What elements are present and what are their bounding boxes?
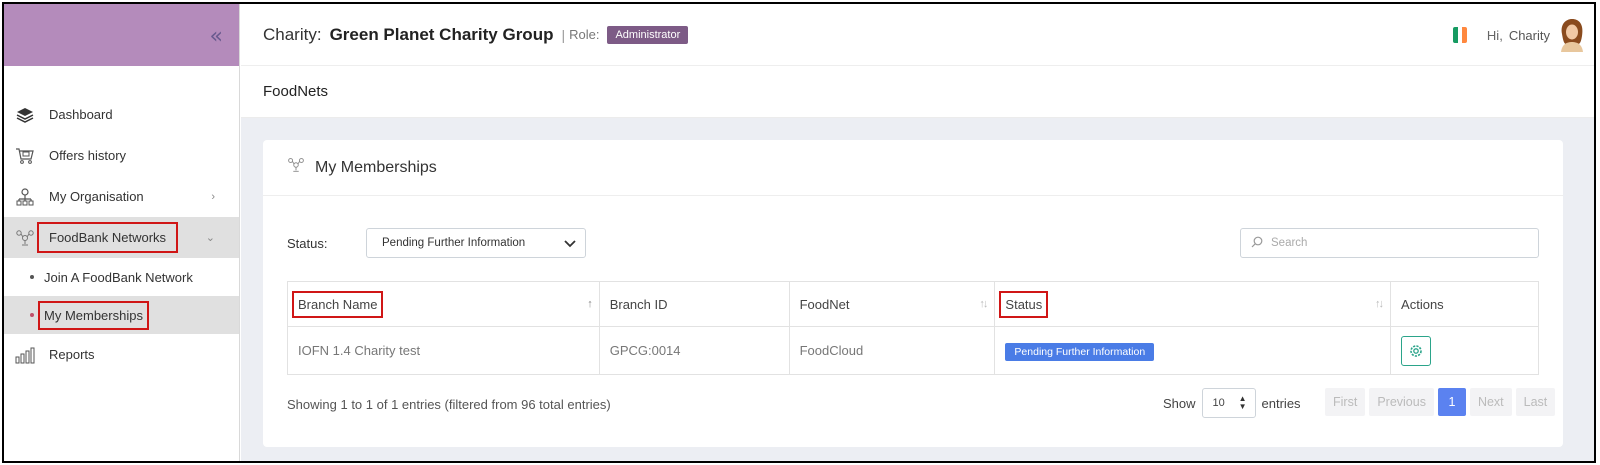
bullet-icon bbox=[30, 275, 34, 279]
pager-next[interactable]: Next bbox=[1469, 388, 1512, 416]
sidebar-item-label: My Memberships bbox=[38, 300, 149, 330]
column-header-label: Status bbox=[999, 290, 1049, 318]
entries-label: entries bbox=[1261, 395, 1301, 411]
pagination: First Previous 1 Next Last bbox=[1321, 388, 1556, 416]
app-window: « Dashboard Offers history My Organisati… bbox=[2, 2, 1596, 463]
column-header-label: Branch ID bbox=[609, 296, 668, 312]
status-filter-select[interactable]: Pending Further Information bbox=[366, 228, 586, 258]
page-length-value: 10 bbox=[1212, 397, 1225, 409]
greeting-text: Hi, bbox=[1486, 27, 1503, 43]
charity-name: Green Planet Charity Group bbox=[329, 24, 554, 44]
column-header-branch-id[interactable]: Branch ID bbox=[598, 281, 790, 327]
cell-actions bbox=[1390, 326, 1539, 375]
cell-foodnet: FoodCloud bbox=[788, 326, 996, 375]
cell-status: Pending Further Information bbox=[994, 326, 1392, 375]
card-title: My Memberships bbox=[315, 158, 437, 176]
sort-icon: ↑↓ bbox=[979, 298, 988, 310]
status-filter-value: Pending Further Information bbox=[382, 237, 526, 249]
org-chart-icon bbox=[14, 186, 36, 208]
main-content: My Memberships Status: Pending Further I… bbox=[241, 118, 1594, 461]
sidebar-subitem-join-network[interactable]: Join A FoodBank Network bbox=[4, 258, 239, 296]
column-header-status[interactable]: Status ↑↓ bbox=[994, 281, 1392, 327]
cell-branch-id: GPCG:0014 bbox=[598, 326, 790, 375]
memberships-card: My Memberships Status: Pending Further I… bbox=[263, 140, 1563, 447]
page-length-select[interactable]: 10 ▲ ▼ bbox=[1201, 388, 1256, 418]
card-header: My Memberships bbox=[263, 140, 1563, 196]
gear-icon bbox=[1410, 344, 1422, 357]
column-header-label: Branch Name bbox=[292, 290, 384, 318]
pager-current-page[interactable]: 1 bbox=[1437, 388, 1466, 416]
header-separator: | bbox=[561, 26, 566, 43]
status-filter-label: Status: bbox=[287, 236, 328, 251]
cell-branch-name: IOFN 1.4 Charity test bbox=[287, 326, 600, 375]
layers-icon bbox=[14, 104, 36, 126]
user-area: Hi, Charity bbox=[1452, 18, 1586, 52]
column-header-actions: Actions bbox=[1390, 281, 1539, 327]
chevron-down-icon bbox=[563, 236, 577, 253]
column-header-label: FoodNet bbox=[799, 296, 850, 312]
page-title: FoodNets bbox=[241, 66, 1594, 118]
memberships-table: Branch Name ↑ Branch ID FoodNet ↑↓ Statu… bbox=[287, 281, 1539, 375]
sidebar-nav: Dashboard Offers history My Organisation… bbox=[4, 94, 239, 375]
table-header-row: Branch Name ↑ Branch ID FoodNet ↑↓ Statu… bbox=[287, 281, 1539, 327]
role-badge: Administrator bbox=[607, 25, 689, 44]
column-header-label: Actions bbox=[1401, 296, 1444, 312]
cart-icon bbox=[14, 145, 36, 167]
bar-chart-icon bbox=[14, 344, 36, 366]
avatar[interactable] bbox=[1558, 18, 1586, 52]
page-length-control: Show 10 ▲ ▼ entries bbox=[1163, 388, 1301, 418]
sidebar-subitem-my-memberships[interactable]: My Memberships bbox=[4, 296, 239, 334]
show-label: Show bbox=[1163, 395, 1196, 411]
chevron-right-icon: › bbox=[211, 190, 215, 203]
table-row: IOFN 1.4 Charity test GPCG:0014 FoodClou… bbox=[287, 326, 1539, 375]
search-input[interactable]: Search bbox=[1240, 228, 1539, 258]
ireland-flag-icon[interactable] bbox=[1452, 27, 1467, 43]
top-bar: Charity: Green Planet Charity Group | Ro… bbox=[241, 4, 1594, 66]
search-placeholder: Search bbox=[1271, 237, 1308, 249]
network-icon bbox=[14, 227, 36, 249]
user-name[interactable]: Charity bbox=[1509, 28, 1550, 43]
sidebar-item-label: Reports bbox=[49, 347, 95, 362]
pager-first[interactable]: First bbox=[1325, 388, 1366, 416]
bullet-icon bbox=[30, 313, 34, 317]
sidebar-item-label: Offers history bbox=[49, 148, 127, 163]
sidebar-item-label: Dashboard bbox=[49, 107, 113, 122]
sort-asc-icon: ↑ bbox=[587, 298, 592, 310]
sidebar-item-reports[interactable]: Reports bbox=[4, 334, 239, 375]
sidebar-item-label: Join A FoodBank Network bbox=[44, 269, 193, 285]
sidebar-item-label: My Organisation bbox=[49, 189, 144, 204]
sidebar-item-offers-history[interactable]: Offers history bbox=[4, 135, 239, 176]
role-label: Role: bbox=[569, 27, 600, 42]
up-down-icon: ▲ ▼ bbox=[1238, 394, 1247, 411]
pager-last[interactable]: Last bbox=[1515, 388, 1556, 416]
network-icon bbox=[287, 156, 305, 179]
pager-previous[interactable]: Previous bbox=[1369, 388, 1434, 416]
column-header-foodnet[interactable]: FoodNet ↑↓ bbox=[788, 281, 996, 327]
search-icon bbox=[1251, 236, 1263, 251]
settings-action-button[interactable] bbox=[1401, 335, 1432, 366]
chevron-down-icon: ⌄ bbox=[205, 232, 215, 244]
sidebar: « Dashboard Offers history My Organisati… bbox=[4, 4, 240, 461]
sort-icon: ↑↓ bbox=[1375, 298, 1384, 310]
column-header-branch-name[interactable]: Branch Name ↑ bbox=[287, 281, 600, 327]
sidebar-item-my-organisation[interactable]: My Organisation › bbox=[4, 176, 239, 217]
sidebar-item-dashboard[interactable]: Dashboard bbox=[4, 94, 239, 135]
collapse-sidebar-icon[interactable]: « bbox=[210, 24, 224, 49]
status-badge: Pending Further Information bbox=[1005, 343, 1155, 361]
sidebar-item-label: FoodBank Networks bbox=[37, 222, 179, 253]
charity-label: Charity: bbox=[263, 24, 322, 44]
sidebar-item-foodbank-networks[interactable]: FoodBank Networks ⌄ bbox=[4, 217, 239, 258]
filter-bar: Status: Pending Further Information Sear… bbox=[287, 228, 1539, 260]
sidebar-header: « bbox=[4, 4, 239, 66]
table-info: Showing 1 to 1 of 1 entries (filtered fr… bbox=[287, 397, 611, 412]
